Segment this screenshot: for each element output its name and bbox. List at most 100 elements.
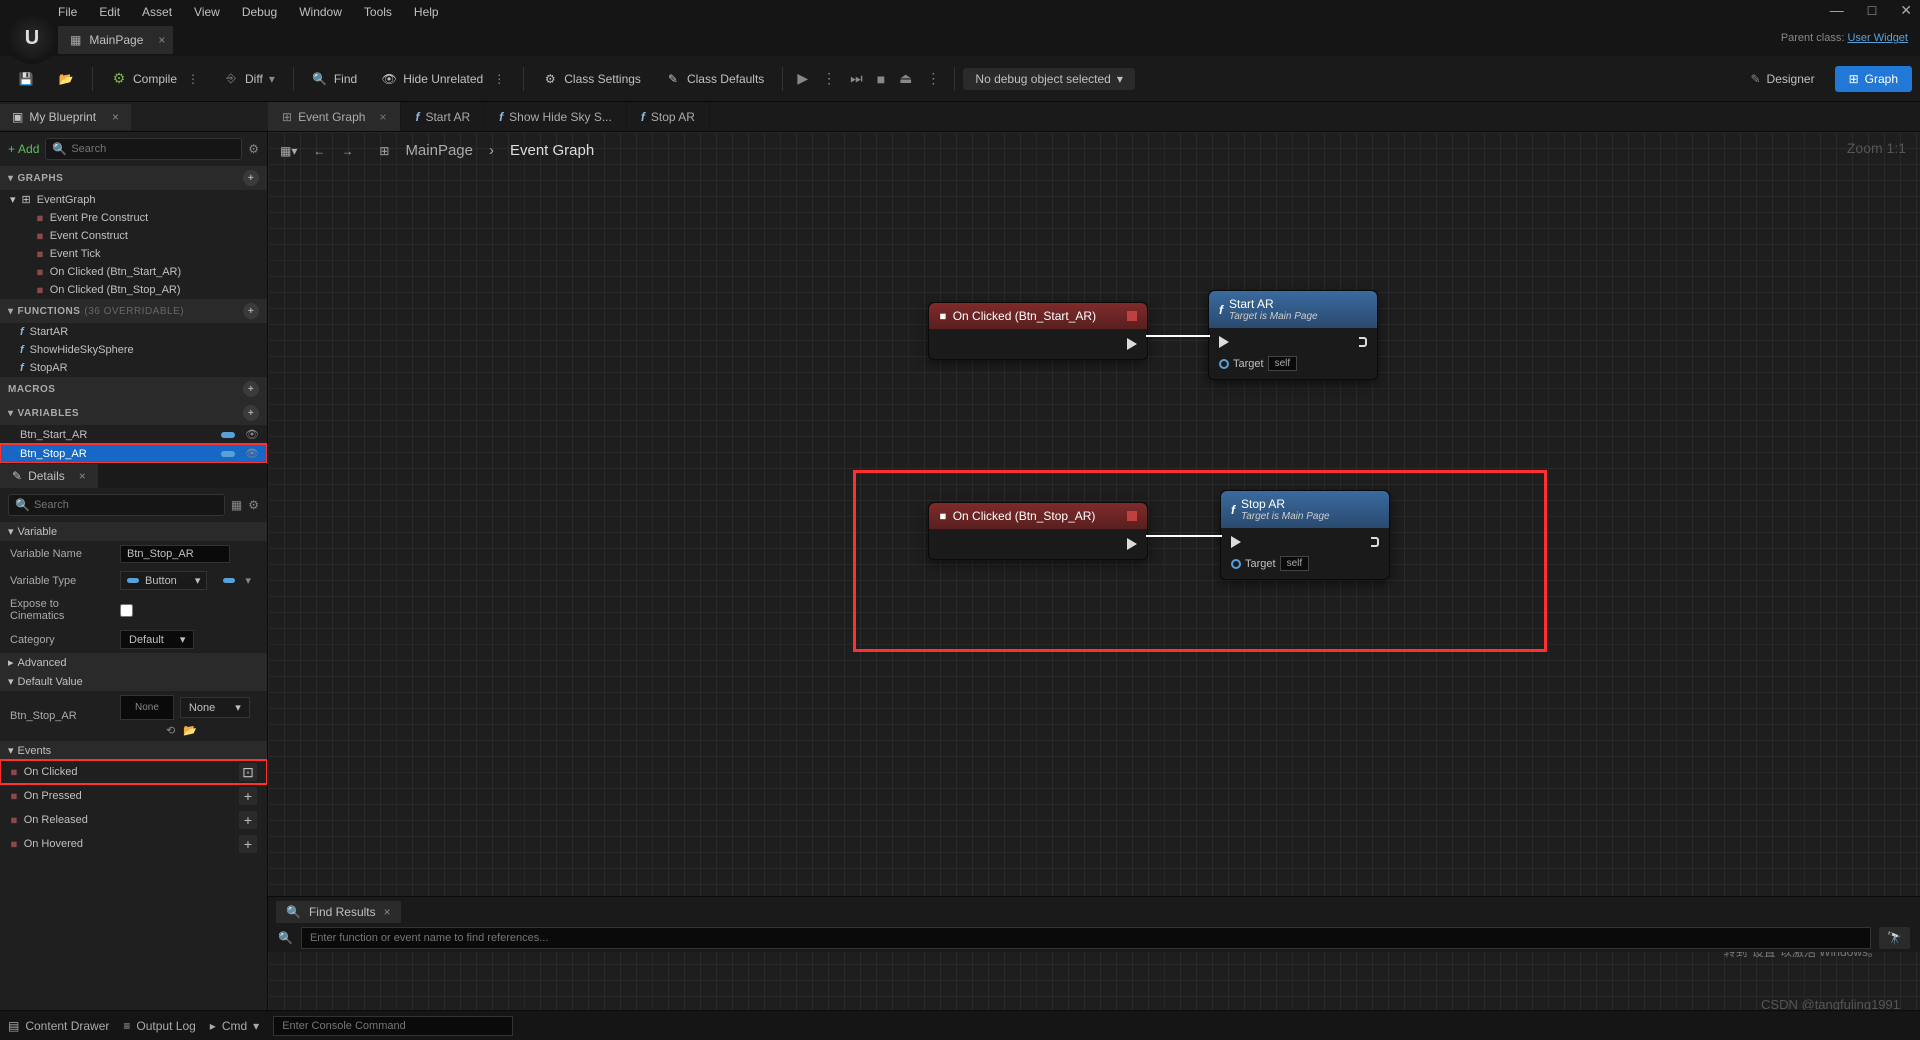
menu-asset[interactable]: Asset (142, 5, 172, 19)
details-settings-button[interactable]: ⚙ (248, 498, 259, 512)
tab-start-ar[interactable]: f Start AR (401, 102, 485, 131)
close-tab-icon[interactable]: × (158, 33, 165, 47)
browse-to-button[interactable]: 📂 (183, 724, 197, 737)
find-button[interactable]: 🔍 Find (302, 65, 367, 93)
close-button[interactable]: ✕ (1900, 2, 1912, 19)
section-graphs[interactable]: ▾ GRAPHS + (0, 166, 267, 190)
container-type-selector[interactable] (223, 578, 235, 583)
add-graph-button[interactable]: + (243, 170, 259, 186)
minimize-button[interactable]: — (1830, 2, 1844, 19)
section-functions[interactable]: ▾ FUNCTIONS (36 OVERRIDABLE) + (0, 299, 267, 323)
graph-mode-button[interactable]: ⊞ Graph (1835, 66, 1912, 92)
section-macros[interactable]: MACROS + (0, 377, 267, 401)
add-macro-button[interactable]: + (243, 381, 259, 397)
maximize-button[interactable]: □ (1868, 2, 1876, 19)
tree-event-pre-construct[interactable]: ◆ Event Pre Construct (0, 209, 267, 227)
tree-event-graph[interactable]: ▾ ⊞ EventGraph (0, 190, 267, 209)
visibility-icon[interactable]: 👁 (245, 428, 259, 441)
menu-view[interactable]: View (194, 5, 220, 19)
debug-object-selector[interactable]: No debug object selected ▾ (963, 68, 1134, 90)
delegate-pin[interactable] (1127, 311, 1137, 321)
exec-in-pin[interactable] (1231, 536, 1241, 548)
category-selector[interactable]: Default ▾ (120, 630, 194, 649)
delegate-pin[interactable] (1127, 511, 1137, 521)
section-default-value[interactable]: ▾ Default Value (0, 672, 267, 691)
tree-fn-start-ar[interactable]: f StartAR (0, 323, 267, 341)
play-mode-dropdown[interactable]: ⋮ (816, 66, 842, 91)
tree-event-tick[interactable]: ◆ Event Tick (0, 245, 267, 263)
content-drawer-button[interactable]: ▤ Content Drawer (8, 1019, 109, 1033)
class-settings-button[interactable]: ⚙ Class Settings (532, 65, 651, 93)
exec-in-pin[interactable] (1219, 336, 1229, 348)
default-value-selector[interactable]: None ▾ (180, 697, 250, 718)
add-event-button[interactable]: + (239, 787, 257, 805)
tab-details[interactable]: ✎ Details × (0, 464, 98, 488)
expose-cinematics-checkbox[interactable] (120, 604, 133, 617)
node-start-ar[interactable]: f Start AR Target is Main Page Target se… (1208, 290, 1378, 380)
nav-back-button[interactable]: ← (309, 140, 329, 162)
parent-class-link[interactable]: User Widget (1847, 32, 1908, 44)
use-selected-button[interactable]: ⟲ (166, 724, 175, 737)
grid-view-button[interactable]: ▦ (231, 498, 242, 512)
visibility-icon[interactable]: 👁 (245, 447, 259, 460)
console-command-input[interactable] (273, 1016, 513, 1036)
tree-fn-show-hide-sky[interactable]: f ShowHideSkySphere (0, 341, 267, 359)
node-on-clicked-stop[interactable]: ◆ On Clicked (Btn_Stop_AR) (928, 502, 1148, 560)
nav-forward-button[interactable]: → (337, 140, 357, 162)
menu-tools[interactable]: Tools (364, 5, 392, 19)
tree-fn-stop-ar[interactable]: f StopAR (0, 359, 267, 377)
graph-canvas[interactable]: ▦▾ ← → ⊞ MainPage › Event Graph Zoom 1:1… (268, 132, 1920, 1010)
nav-menu-button[interactable]: ▦▾ (276, 140, 301, 162)
browse-button[interactable]: 📂 (48, 65, 84, 93)
variable-name-input[interactable] (120, 545, 230, 563)
tab-find-results[interactable]: 🔍 Find Results × (276, 901, 401, 923)
exec-out-pin[interactable] (1359, 337, 1367, 347)
step-button[interactable]: ⏭ (844, 66, 869, 91)
section-events[interactable]: ▾ Events (0, 741, 267, 760)
exec-out-pin[interactable] (1127, 537, 1137, 551)
cmd-selector[interactable]: ▸ Cmd ▾ (210, 1019, 259, 1033)
exec-out-pin[interactable] (1371, 537, 1379, 547)
menu-debug[interactable]: Debug (242, 5, 277, 19)
play-button[interactable]: ▶ (791, 66, 814, 91)
play-options-dropdown[interactable]: ⋮ (920, 66, 946, 91)
close-tab-icon[interactable]: × (112, 110, 119, 124)
blueprint-search-input[interactable]: 🔍 (45, 138, 242, 160)
hide-unrelated-button[interactable]: 👁 Hide Unrelated ⋮ (371, 65, 515, 93)
tree-var-btn-stop[interactable]: Btn_Stop_AR 👁 (0, 444, 267, 463)
tab-my-blueprint[interactable]: ▣ My Blueprint × (0, 104, 131, 130)
menu-help[interactable]: Help (414, 5, 439, 19)
class-defaults-button[interactable]: ✎ Class Defaults (655, 65, 774, 93)
tab-show-hide-sky[interactable]: f Show Hide Sky S... (485, 102, 627, 131)
close-tab-icon[interactable]: × (384, 905, 391, 919)
add-event-button[interactable]: + (239, 811, 257, 829)
section-variable[interactable]: ▾ Variable (0, 522, 267, 541)
view-event-button[interactable]: ⊡ (239, 763, 257, 781)
compile-button[interactable]: ⚙ Compile ⋮ (101, 65, 209, 93)
close-tab-icon[interactable]: × (379, 110, 386, 124)
output-log-button[interactable]: ≡ Output Log (123, 1019, 195, 1033)
menu-edit[interactable]: Edit (99, 5, 120, 19)
find-in-all-button[interactable]: 🔭 (1879, 927, 1910, 949)
add-variable-button[interactable]: + (243, 405, 259, 421)
add-function-button[interactable]: + (243, 303, 259, 319)
event-on-pressed[interactable]: ◆ On Pressed + (0, 784, 267, 808)
menu-window[interactable]: Window (299, 5, 342, 19)
details-search-input[interactable]: 🔍 (8, 494, 225, 516)
dropdown-icon[interactable]: ⋮ (493, 72, 505, 86)
eject-button[interactable]: ⏏ (893, 66, 918, 91)
tab-event-graph[interactable]: ⊞ Event Graph × (268, 102, 401, 131)
menu-file[interactable]: File (58, 5, 77, 19)
compile-dropdown-icon[interactable]: ⋮ (187, 72, 199, 86)
event-on-released[interactable]: ◆ On Released + (0, 808, 267, 832)
section-variables[interactable]: ▾ VARIABLES + (0, 401, 267, 425)
diff-button[interactable]: ⎆ Diff ▾ (213, 65, 285, 93)
event-on-clicked[interactable]: ◆ On Clicked ⊡ (0, 760, 267, 784)
event-on-hovered[interactable]: ◆ On Hovered + (0, 832, 267, 856)
exec-out-pin[interactable] (1127, 337, 1137, 351)
tree-on-clicked-start[interactable]: ◆ On Clicked (Btn_Start_AR) (0, 263, 267, 281)
target-pin[interactable]: Target self (1219, 356, 1297, 371)
designer-mode-button[interactable]: ✎ Designer (1738, 66, 1826, 92)
target-pin[interactable]: Target self (1231, 556, 1309, 571)
add-event-button[interactable]: + (239, 835, 257, 853)
